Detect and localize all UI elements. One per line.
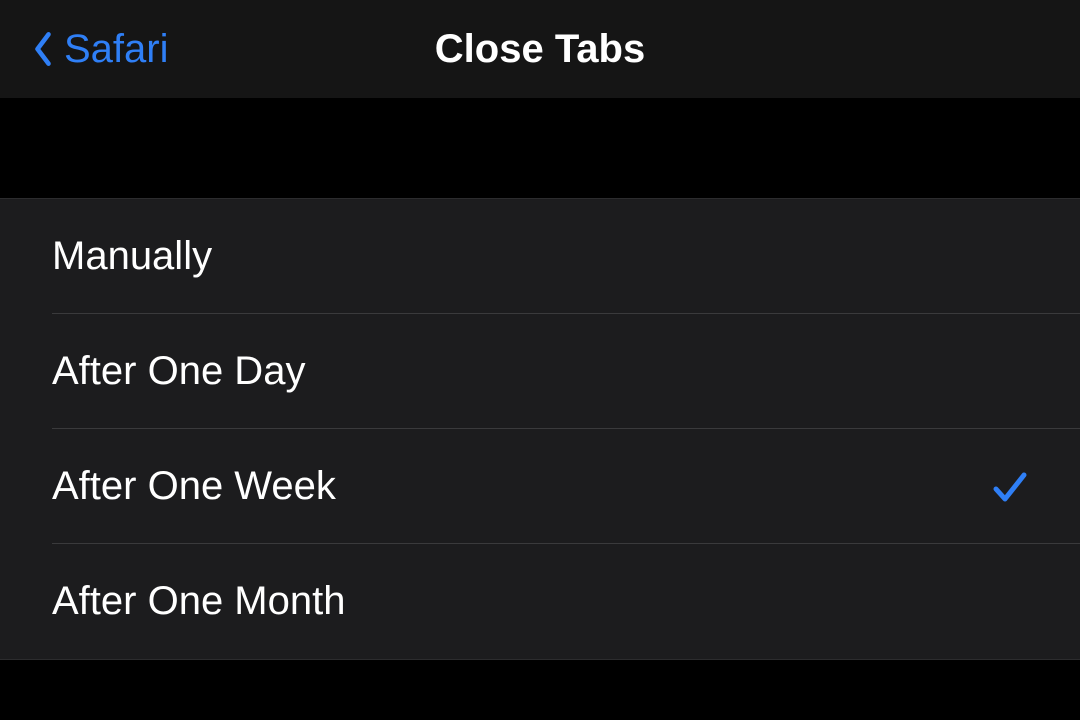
section-spacer xyxy=(0,98,1080,198)
back-button-label: Safari xyxy=(64,27,169,72)
option-after-one-month[interactable]: After One Month xyxy=(0,544,1080,659)
option-label: After One Day xyxy=(52,349,305,394)
option-label: Manually xyxy=(52,234,212,279)
option-manually[interactable]: Manually xyxy=(0,199,1080,314)
close-tabs-options: Manually After One Day After One Week Af… xyxy=(0,198,1080,660)
back-button[interactable]: Safari xyxy=(30,27,169,72)
option-after-one-week[interactable]: After One Week xyxy=(0,429,1080,544)
navigation-bar: Safari Close Tabs xyxy=(0,0,1080,98)
option-label: After One Month xyxy=(52,579,345,624)
chevron-left-icon xyxy=(30,27,56,71)
option-after-one-day[interactable]: After One Day xyxy=(0,314,1080,429)
checkmark-icon xyxy=(988,465,1032,509)
page-title: Close Tabs xyxy=(435,27,645,72)
option-label: After One Week xyxy=(52,464,336,509)
